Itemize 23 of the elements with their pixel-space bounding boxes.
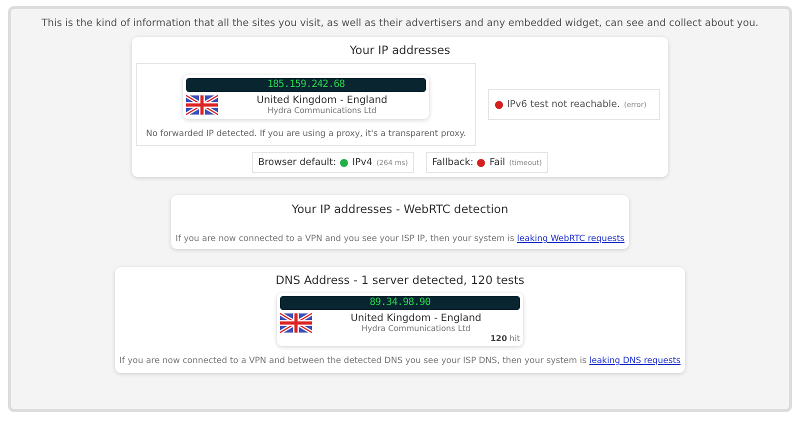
location-text: United Kingdom - England — [256, 95, 388, 106]
isp-text: Hydra Communications Ltd — [266, 106, 378, 115]
dns-address: 89.34.98.90 — [280, 296, 520, 310]
card-title: Your IP addresses — [350, 43, 450, 57]
webrtc-note: If you are now connected to a VPN and you see your ISP IP, then your system is — [176, 234, 514, 244]
test-label: Browser default: — [258, 157, 336, 168]
test-value: IPv4 — [352, 157, 372, 168]
proxy-note: No forwarded IP detected. If you are using a proxy, it's a transparent proxy. — [146, 129, 466, 139]
ipv6-status: IPv6 test not reachable. — [507, 99, 620, 110]
ip-address: 185.159.242.68 — [186, 78, 426, 92]
hit-count: 120 hit — [489, 334, 520, 343]
card-title: DNS Address - 1 server detected, 120 tests — [276, 273, 524, 287]
location-text: United Kingdom - England — [350, 313, 482, 324]
test-label: Fallback: — [432, 157, 474, 168]
test-value: Fail — [489, 157, 506, 168]
dns-note: If you are now connected to a VPN and between the detected DNS you see your ISP DNS, then your system is — [119, 356, 587, 366]
intro-text: This is the kind of information that all the sites you visit, as well as their advertisers and any embedded widget, can see and collect about you. — [42, 18, 758, 29]
dns-link[interactable]: leaking DNS requests — [589, 356, 681, 366]
webrtc-link[interactable]: leaking WebRTC requests — [517, 234, 624, 244]
flag-icon — [280, 312, 312, 334]
card-title: Your IP addresses - WebRTC detection — [292, 202, 508, 216]
flag-icon — [186, 94, 218, 116]
isp-text: Hydra Communications Ltd — [360, 324, 472, 333]
